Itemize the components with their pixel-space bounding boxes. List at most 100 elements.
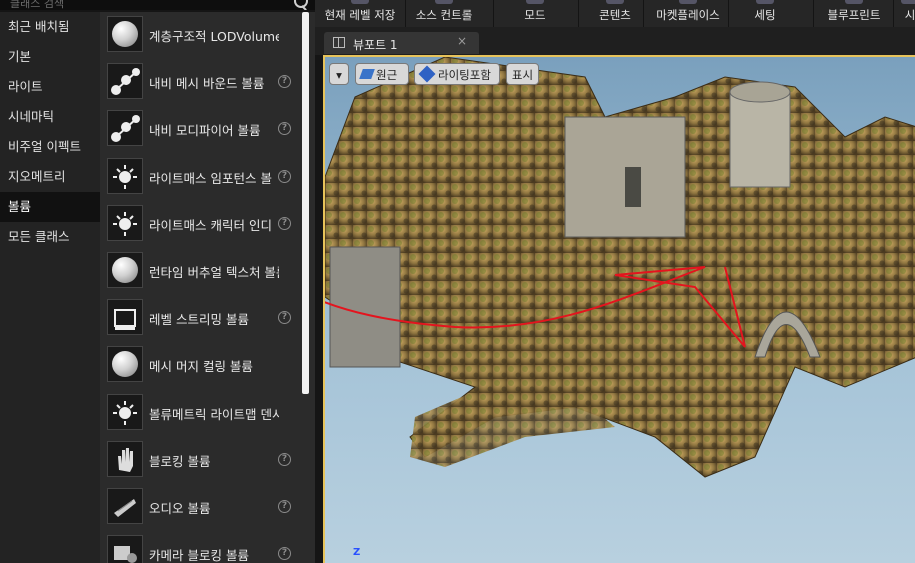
search-icon[interactable] bbox=[294, 0, 308, 8]
toolbar-button-4[interactable]: 마켓플레이스 bbox=[645, 0, 731, 27]
list-item[interactable]: 블로킹 볼륨? bbox=[100, 437, 298, 484]
list-item[interactable]: 오디오 볼륨? bbox=[100, 484, 298, 531]
toolbar-icon bbox=[606, 0, 624, 4]
perspective-button[interactable]: 원근 bbox=[355, 63, 409, 85]
viewport-options-dropdown[interactable]: ▾ bbox=[329, 63, 349, 85]
toolbar-button-1[interactable]: 소스 컨트롤 bbox=[407, 0, 481, 27]
level-viewport[interactable]: ▾ 원근 라이팅포함 표시 Z bbox=[323, 55, 915, 563]
help-icon[interactable]: ? bbox=[278, 75, 291, 89]
placeable-item-list: 계층구조적 LODVolume 내비 메시 바운드 볼륨? 내비 모디파이어 볼륨?… bbox=[100, 12, 298, 563]
toolbar-separator bbox=[578, 0, 579, 27]
toolbar-icon bbox=[526, 0, 544, 4]
toolbar-label: 세팅 bbox=[754, 8, 776, 22]
list-item[interactable]: 레벨 스트리밍 볼륨? bbox=[100, 295, 298, 342]
help-icon[interactable]: ? bbox=[278, 499, 291, 513]
axis-gizmo-z: Z bbox=[353, 547, 361, 558]
help-icon[interactable]: ? bbox=[278, 216, 291, 230]
list-item-label: 레벨 스트리밍 볼륨 bbox=[149, 312, 249, 328]
toolbar-button-0[interactable]: 현재 레벨 저장 bbox=[315, 0, 405, 27]
nav-modifier-icon bbox=[107, 110, 143, 147]
tab-viewport-1[interactable]: 뷰포트 1 × bbox=[324, 32, 479, 54]
list-item-label: 오디오 볼륨 bbox=[149, 500, 211, 516]
toolbar-button-2[interactable]: 모드 bbox=[495, 0, 575, 27]
viewport-tab-bar: 뷰포트 1 × bbox=[315, 27, 915, 55]
toolbar-label: 마켓플레이스 bbox=[656, 8, 720, 22]
close-icon[interactable]: × bbox=[457, 34, 467, 48]
castle-tower bbox=[729, 91, 791, 188]
list-item-label: 계층구조적 LODVolume bbox=[149, 29, 279, 44]
show-button[interactable]: 표시 bbox=[506, 63, 539, 85]
category-6[interactable]: 볼륨 bbox=[0, 192, 100, 222]
sphere-icon bbox=[107, 346, 143, 383]
toolbar-separator bbox=[405, 0, 406, 27]
toolbar-label: 블루프린트 bbox=[827, 8, 881, 22]
category-0[interactable]: 최근 배치됨 bbox=[0, 12, 100, 42]
list-item[interactable]: 내비 메시 바운드 볼륨? bbox=[100, 59, 298, 106]
toolbar-button-5[interactable]: 세팅 bbox=[730, 0, 800, 27]
level-streaming-icon bbox=[107, 299, 143, 336]
toolbar-icon bbox=[901, 0, 915, 4]
list-item-label: 라이트매스 임포턴스 볼 bbox=[149, 170, 272, 186]
audio-icon bbox=[107, 487, 143, 524]
lighting-mode-label: 라이팅포함 bbox=[438, 68, 491, 82]
main-toolbar: 현재 레벨 저장 소스 컨트롤 모드 콘텐츠 마켓플레이스 세팅 블루프린트 시 bbox=[315, 0, 915, 28]
list-item-label: 메시 머지 컬링 볼륨 bbox=[149, 359, 253, 375]
toolbar-button-3[interactable]: 콘텐츠 bbox=[580, 0, 650, 27]
toolbar-label: 시 bbox=[904, 8, 915, 22]
toolbar-button-7[interactable]: 시 bbox=[895, 0, 915, 27]
category-3[interactable]: 시네마틱 bbox=[0, 102, 100, 132]
toolbar-button-6[interactable]: 블루프린트 bbox=[815, 0, 893, 27]
toolbar-label: 모드 bbox=[524, 8, 546, 22]
nav-mesh-icon bbox=[107, 63, 143, 100]
list-item[interactable]: 볼류메트릭 라이트맵 덴시티 bbox=[100, 390, 298, 437]
help-icon[interactable]: ? bbox=[278, 122, 291, 136]
list-item[interactable]: 계층구조적 LODVolume bbox=[100, 12, 298, 59]
category-2[interactable]: 라이트 bbox=[0, 72, 100, 102]
help-icon[interactable]: ? bbox=[278, 311, 291, 325]
list-item[interactable]: 라이트매스 임포턴스 볼? bbox=[100, 154, 298, 201]
list-item[interactable]: 런타임 버추얼 텍스처 볼륨 bbox=[100, 248, 298, 295]
list-item[interactable]: 메시 머지 컬링 볼륨 bbox=[100, 342, 298, 389]
category-7[interactable]: 모든 클래스 bbox=[0, 222, 100, 252]
castle-window bbox=[625, 167, 641, 207]
list-item-label: 런타임 버추얼 텍스처 볼륨 bbox=[149, 264, 279, 280]
list-scrollbar[interactable] bbox=[302, 12, 309, 394]
lightmass-importance-icon bbox=[107, 157, 143, 194]
category-5[interactable]: 지오메트리 bbox=[0, 162, 100, 192]
list-item-label: 내비 모디파이어 볼륨 bbox=[149, 123, 261, 139]
scene-render bbox=[325, 57, 915, 478]
perspective-icon bbox=[359, 69, 375, 79]
list-item[interactable]: 라이트매스 캐릭터 인디? bbox=[100, 201, 298, 248]
class-search-bar[interactable]: 클래스 검색 bbox=[0, 0, 315, 10]
toolbar-separator bbox=[728, 0, 729, 27]
help-icon[interactable]: ? bbox=[278, 547, 291, 561]
toolbar-icon bbox=[756, 0, 774, 4]
sphere-icon bbox=[107, 251, 143, 288]
toolbar-separator bbox=[493, 0, 494, 27]
list-item[interactable]: 내비 모디파이어 볼륨? bbox=[100, 106, 298, 153]
category-4[interactable]: 비주얼 이펙트 bbox=[0, 132, 100, 162]
castle-tower-top bbox=[729, 81, 791, 103]
class-search-input[interactable]: 클래스 검색 bbox=[10, 0, 64, 10]
toolbar-label: 콘텐츠 bbox=[599, 8, 631, 22]
viewport-tab-label: 뷰포트 1 bbox=[353, 38, 398, 52]
list-item[interactable]: 카메라 블로킹 볼륨? bbox=[100, 531, 298, 563]
toolbar-label: 현재 레벨 저장 bbox=[324, 8, 396, 22]
hand-icon bbox=[107, 440, 143, 477]
help-icon[interactable]: ? bbox=[278, 169, 291, 183]
help-icon[interactable]: ? bbox=[278, 452, 291, 466]
list-item-label: 내비 메시 바운드 볼륨 bbox=[149, 76, 265, 92]
list-item-label: 카메라 블로킹 볼륨 bbox=[149, 548, 249, 563]
lightmap-density-icon bbox=[107, 393, 143, 430]
sphere-icon bbox=[107, 16, 143, 52]
lighting-mode-button[interactable]: 라이팅포함 bbox=[414, 63, 500, 85]
category-1[interactable]: 기본 bbox=[0, 42, 100, 72]
toolbar-icon bbox=[679, 0, 697, 4]
category-list: 최근 배치됨 기본 라이트 시네마틱 비주얼 이펙트 지오메트리 볼륨 모든 클래스 bbox=[0, 12, 100, 563]
viewport-icon bbox=[333, 37, 345, 48]
list-item-label: 볼류메트릭 라이트맵 덴시티 bbox=[149, 406, 279, 422]
list-item-label: 블로킹 볼륨 bbox=[149, 453, 211, 469]
list-item-label: 라이트매스 캐릭터 인디 bbox=[149, 217, 272, 233]
toolbar-icon bbox=[435, 0, 453, 4]
toolbar-icon bbox=[351, 0, 369, 4]
